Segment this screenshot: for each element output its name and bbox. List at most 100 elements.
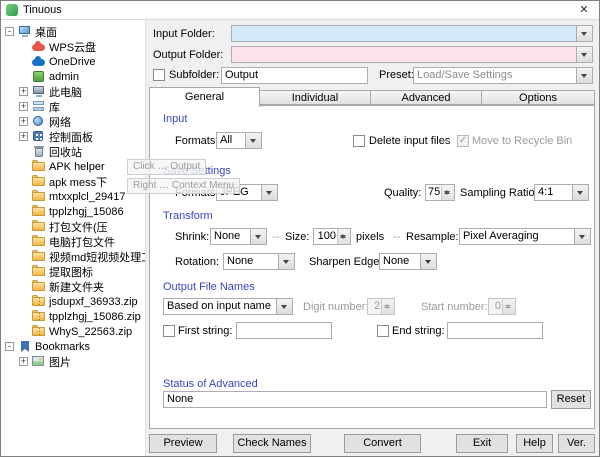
shrink-value: None <box>214 230 240 242</box>
tree-item[interactable]: 视频md短视频处理工具 <box>1 249 145 264</box>
tree-item[interactable]: apk mess下 <box>1 174 145 189</box>
subfolder-checkbox[interactable] <box>153 69 165 81</box>
input-folder-label: Input Folder: <box>153 27 215 42</box>
delete-input-files-label: Delete input files <box>369 134 450 149</box>
tree-item[interactable]: +库 <box>1 99 145 114</box>
first-string-input[interactable] <box>236 322 332 339</box>
input-formats-label: Formats: <box>175 134 218 149</box>
exit-button[interactable]: Exit <box>456 434 508 453</box>
tree-item[interactable]: 新建文件夹 <box>1 279 145 294</box>
network-icon <box>32 115 46 128</box>
tree-item[interactable]: + 网络 <box>1 114 145 129</box>
spinner-arrows-icon[interactable] <box>337 229 350 244</box>
delete-input-files-checkbox[interactable] <box>353 135 365 147</box>
chevron-down-icon[interactable] <box>278 254 294 269</box>
shrink-label: Shrink: <box>175 230 209 245</box>
end-string-checkbox[interactable] <box>377 325 389 337</box>
sharpen-edge-combobox[interactable]: None <box>379 253 437 270</box>
check-names-button[interactable]: Check Names <box>233 434 311 453</box>
folder-icon <box>32 220 46 233</box>
rotation-combobox[interactable]: None <box>223 253 295 270</box>
tree-item[interactable]: - 桌面 <box>1 24 145 39</box>
reset-button[interactable]: Reset <box>551 390 591 409</box>
tree-item[interactable]: OneDrive <box>1 54 145 69</box>
tab-general[interactable]: General <box>149 87 260 107</box>
resample-combobox[interactable]: Pixel Averaging <box>459 228 591 245</box>
tree-item[interactable]: 回收站 <box>1 144 145 159</box>
quality-label: Quality: <box>384 186 421 201</box>
tree-item[interactable]: jsdupxf_36933.zip <box>1 294 145 309</box>
tree-item-label: apk mess下 <box>49 174 107 189</box>
move-to-recycle-bin-label: Move to Recycle Bin <box>472 134 572 149</box>
expander-icon[interactable]: - <box>5 342 14 351</box>
tree-item[interactable]: +此电脑 <box>1 84 145 99</box>
naming-mode-combobox[interactable]: Based on input name <box>163 298 293 315</box>
tree-item-label: 提取图标 <box>49 264 93 279</box>
input-folder-combobox[interactable] <box>231 25 593 42</box>
tree-item[interactable]: tpplzhgj_15086 <box>1 204 145 219</box>
chevron-down-icon[interactable] <box>576 68 592 83</box>
chevron-down-icon[interactable] <box>572 185 588 200</box>
convert-button[interactable]: Convert <box>344 434 421 453</box>
expander-icon[interactable]: + <box>19 132 28 141</box>
preview-button[interactable]: Preview <box>149 434 217 453</box>
tree-item[interactable]: +图片 <box>1 354 145 369</box>
chevron-down-icon[interactable] <box>420 254 436 269</box>
title-bar: Tinuous ✕ <box>1 1 599 20</box>
close-icon[interactable]: ✕ <box>577 3 591 17</box>
tree-item[interactable]: 电脑打包文件 <box>1 234 145 249</box>
chevron-down-icon[interactable] <box>576 47 592 62</box>
input-formats-combobox[interactable]: All <box>216 132 262 149</box>
size-label: Size: <box>285 230 309 245</box>
tree-item[interactable]: WPS云盘 <box>1 39 145 54</box>
expander-icon[interactable]: + <box>19 357 28 366</box>
end-string-input[interactable] <box>447 322 543 339</box>
tree-item[interactable]: APK helper <box>1 159 145 174</box>
tree-item-label: jsdupxf_36933.zip <box>49 296 138 308</box>
ghost-tooltip-line1: Click … Output <box>127 159 206 175</box>
folder-icon <box>32 250 46 263</box>
chevron-down-icon[interactable] <box>576 26 592 41</box>
shrink-combobox[interactable]: None <box>210 228 267 245</box>
chevron-down-icon[interactable] <box>276 299 292 314</box>
tree-item-label: 网络 <box>49 114 71 129</box>
preset-combobox[interactable]: Load/Save Settings <box>413 67 593 84</box>
window-title: Tinuous <box>23 3 62 17</box>
tree-item[interactable]: mtxxplcl_29417 <box>1 189 145 204</box>
help-button[interactable]: Help <box>516 434 553 453</box>
subfolder-input[interactable]: Output <box>221 67 368 84</box>
tree-item[interactable]: admin <box>1 69 145 84</box>
expander-icon[interactable]: + <box>19 87 28 96</box>
status-of-advanced-heading: Status of Advanced <box>163 378 258 390</box>
tree-item-label: tpplzhgj_15086 <box>49 206 124 218</box>
desktop-icon <box>18 25 32 38</box>
chevron-down-icon[interactable] <box>250 229 266 244</box>
tab-options[interactable]: Options <box>481 90 595 105</box>
spinner-arrows-icon[interactable] <box>441 185 454 200</box>
onedrive-cloud-icon <box>32 55 46 68</box>
size-spinner[interactable]: 100 <box>313 228 351 245</box>
expander-icon[interactable]: - <box>5 27 14 36</box>
tree-item[interactable]: tpplzhgj_15086.zip <box>1 309 145 324</box>
chevron-down-icon[interactable] <box>245 133 261 148</box>
tree-item[interactable]: 提取图标 <box>1 264 145 279</box>
chevron-down-icon[interactable] <box>574 229 590 244</box>
tree-item[interactable]: -Bookmarks <box>1 339 145 354</box>
tree-item-label: mtxxplcl_29417 <box>49 191 125 203</box>
rotation-value: None <box>227 255 253 267</box>
tree-item[interactable]: 打包文件(压 <box>1 219 145 234</box>
sampling-ratio-combobox[interactable]: 4:1 <box>534 184 589 201</box>
tree-item[interactable]: +控制面板 <box>1 129 145 144</box>
tab-individual[interactable]: Individual <box>259 90 371 105</box>
expander-icon[interactable]: + <box>19 117 28 126</box>
output-folder-combobox[interactable] <box>231 46 593 63</box>
digit-number-value: 2 <box>368 299 382 314</box>
tree-item[interactable]: WhyS_22563.zip <box>1 324 145 339</box>
tree-item-label: 桌面 <box>35 24 57 39</box>
expander-icon[interactable]: + <box>19 102 28 111</box>
first-string-checkbox[interactable] <box>163 325 175 337</box>
quality-spinner[interactable]: 75 <box>425 184 455 201</box>
version-button[interactable]: Ver. <box>558 434 595 453</box>
tab-advanced[interactable]: Advanced <box>370 90 482 105</box>
chevron-down-icon[interactable] <box>261 185 277 200</box>
